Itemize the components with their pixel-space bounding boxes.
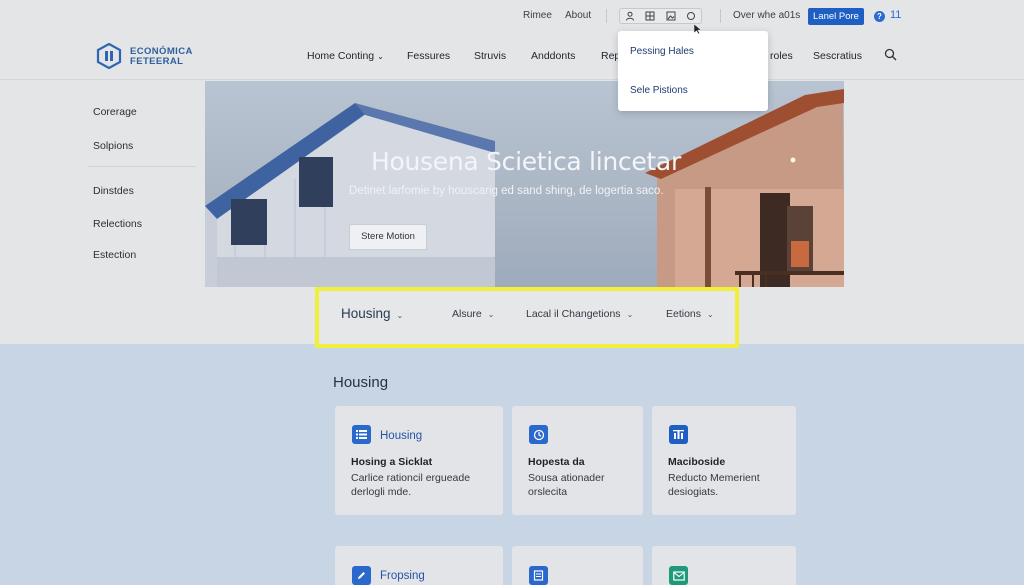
sidebar-item-dinstdes[interactable]: Dinstdes [93, 185, 134, 197]
filter-alsure-dropdown[interactable]: Alsure ⌄ [452, 308, 494, 320]
building-icon [669, 425, 688, 444]
filter-label: Housing [341, 306, 391, 321]
logo-text: ECONÓMICA FETEERAL [130, 47, 193, 67]
card-hopesta[interactable]: Hopesta da Sousa ationader orslecita [512, 406, 643, 515]
card-mail[interactable] [652, 546, 796, 585]
nav-struvis[interactable]: Struvis [474, 50, 506, 62]
overview-link[interactable]: Over whe a01s [733, 10, 800, 21]
sidebar-item-solpions[interactable]: Solpions [93, 140, 133, 152]
chevron-down-icon: ⌄ [396, 311, 404, 320]
filter-label: Alsure [452, 308, 482, 320]
hero-banner: Housena Scietica lincetar Detinet larfom… [205, 81, 844, 287]
clock-icon [529, 425, 548, 444]
nav-dropdown-menu: Pessing Hales Sele Pistions [618, 31, 768, 111]
card-description: Carlice rationcil erguеade derlogli mde. [351, 472, 471, 498]
hero-image [205, 89, 844, 287]
card-document[interactable] [512, 546, 643, 585]
grid-icon[interactable] [644, 10, 656, 22]
utility-link-rimee[interactable]: Rimee [523, 10, 552, 21]
dropdown-item-sele-pistions[interactable]: Sele Pistions [630, 85, 688, 96]
hero-title: Housena Scietica lincetar [371, 147, 681, 176]
search-icon[interactable] [884, 48, 897, 61]
circle-icon[interactable] [685, 10, 697, 22]
utility-bar: Rimee About Over whe a01s Lanel Pore ? 1… [0, 0, 1024, 32]
card-title: Maciboside [668, 456, 726, 468]
main-header: ECONÓMICA FETEERAL Home Conting ⌄ Fessure… [0, 32, 1024, 80]
help-count: 11 [890, 9, 902, 21]
card-title: Hopesta da [528, 456, 585, 468]
divider [720, 9, 721, 23]
pencil-icon [352, 566, 371, 585]
chevron-down-icon: ⌄ [626, 310, 634, 319]
section-title: Housing [333, 374, 389, 391]
card-title: Hosing a Sicklat [351, 456, 433, 468]
nav-sescratius[interactable]: Sescratius [813, 50, 862, 62]
image-icon[interactable] [665, 10, 677, 22]
utility-icon-group [619, 8, 702, 24]
filter-label: Eetions [666, 308, 702, 320]
nav-label: Home Conting [307, 50, 375, 62]
chevron-down-icon: ⌄ [487, 310, 495, 319]
nav-home-conting[interactable]: Home Conting ⌄ [307, 50, 384, 62]
card-description: Reducto Memerient desiogiats. [668, 472, 760, 498]
filter-local-changes-dropdown[interactable]: Lacal il Changetions ⌄ [526, 308, 633, 320]
dropdown-item-pessing-hales[interactable]: Pessing Hales [630, 46, 694, 57]
sidebar-item-coverage[interactable]: Coreragе [93, 106, 137, 118]
help-icon[interactable]: ? [874, 11, 885, 22]
chevron-down-icon: ⌄ [377, 52, 384, 61]
login-button[interactable]: Lanel Pore [808, 8, 864, 25]
nav-anddonts[interactable]: Anddonts [531, 50, 575, 62]
card-label: Fropsing [380, 570, 425, 582]
filter-eetions-dropdown[interactable]: Eetions ⌄ [666, 308, 714, 320]
logo-line-2: FETEERAL [130, 56, 184, 67]
document-icon [529, 566, 548, 585]
divider [606, 9, 607, 23]
utility-link-about[interactable]: About [565, 10, 591, 21]
user-icon[interactable] [624, 10, 636, 22]
chevron-down-icon: ⌄ [707, 310, 714, 319]
card-description: Sousa ationader orslecita [528, 472, 605, 498]
filter-bar: Housing ⌄ Alsure ⌄ Lacal il Changetions ⌄ E… [315, 287, 739, 348]
sidebar-item-estection[interactable]: Estection [93, 249, 136, 261]
card-maciboside[interactable]: Maciboside Reducto Memerient desiogiats. [652, 406, 796, 515]
nav-roles[interactable]: roles [770, 50, 793, 62]
hero-subtitle: Detinet larfomie by houscarig ed sand sh… [349, 185, 664, 197]
logo-icon[interactable] [96, 43, 122, 69]
mouse-cursor-icon [694, 24, 702, 34]
card-housing[interactable]: Housing Hosing a Sicklat Carlice rationc… [335, 406, 503, 515]
sidebar-item-relections[interactable]: Relections [93, 218, 142, 230]
card-fropsing[interactable]: Fropsing [335, 546, 503, 585]
card-label: Housing [380, 430, 423, 442]
nav-fessures[interactable]: Fessures [407, 50, 450, 62]
filter-housing-dropdown[interactable]: Housing ⌄ [341, 306, 403, 321]
mail-icon [669, 566, 688, 585]
sidebar-divider [88, 166, 196, 167]
filter-label: Lacal il Changetions [526, 308, 621, 320]
hero-cta-button[interactable]: Stere Motion [349, 224, 427, 250]
list-icon [352, 425, 371, 444]
